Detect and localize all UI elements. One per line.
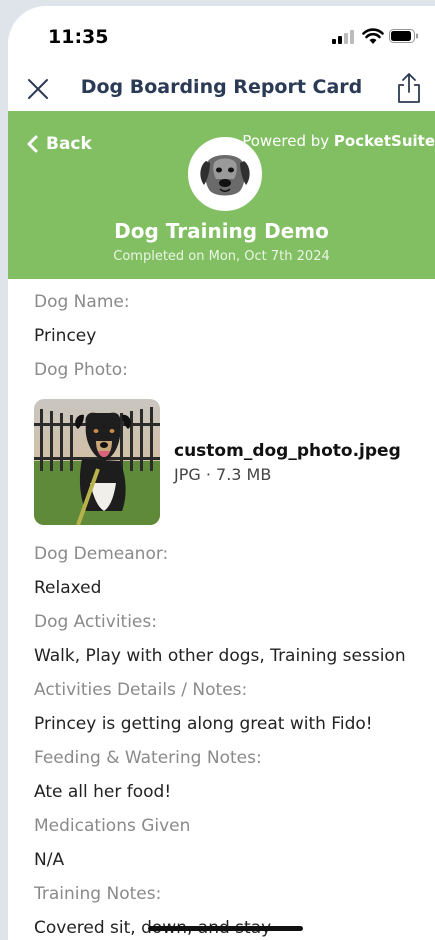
photo-file-info: custom_dog_photo.jpeg JPG · 7.3 MB bbox=[174, 441, 401, 484]
dog-photo[interactable] bbox=[34, 399, 160, 525]
medications-label: Medications Given bbox=[34, 816, 191, 836]
status-time: 11:35 bbox=[48, 26, 109, 48]
battery-icon bbox=[389, 29, 418, 43]
activity-notes-value: Princey is getting along great with Fido… bbox=[34, 714, 373, 734]
powered-prefix: Powered by bbox=[242, 132, 334, 150]
phone-screen: 11:35 Dog Boarding Report Card Back Powe… bbox=[8, 6, 435, 940]
business-avatar bbox=[188, 137, 262, 211]
page-title: Dog Boarding Report Card bbox=[80, 76, 363, 98]
dog-photo-image bbox=[34, 399, 160, 525]
back-label: Back bbox=[46, 134, 92, 154]
report-header: Back Powered by PocketSuite Dog Training… bbox=[8, 111, 435, 279]
powered-brand: PocketSuite bbox=[333, 132, 435, 150]
feeding-label: Feeding & Watering Notes: bbox=[34, 748, 262, 768]
report-content: Dog Name: Princey Dog Photo: custom_dog_… bbox=[34, 279, 434, 939]
demeanor-label: Dog Demeanor: bbox=[34, 544, 169, 564]
dog-name-value: Princey bbox=[34, 326, 97, 346]
demeanor-value: Relaxed bbox=[34, 578, 102, 598]
training-label: Training Notes: bbox=[34, 884, 162, 904]
photo-file-meta: JPG · 7.3 MB bbox=[174, 464, 272, 484]
photo-file-name: custom_dog_photo.jpeg bbox=[174, 440, 401, 461]
dog-photo-label: Dog Photo: bbox=[34, 360, 128, 380]
business-name: Dog Training Demo bbox=[114, 219, 329, 243]
activity-notes-label: Activities Details / Notes: bbox=[34, 680, 248, 700]
activities-label: Dog Activities: bbox=[34, 612, 157, 632]
completed-date: Completed on Mon, Oct 7th 2024 bbox=[113, 249, 330, 264]
dog-logo-icon bbox=[190, 139, 260, 209]
dog-name-label: Dog Name: bbox=[34, 292, 130, 312]
medications-value: N/A bbox=[34, 850, 65, 870]
feeding-value: Ate all her food! bbox=[34, 782, 172, 802]
activities-value: Walk, Play with other dogs, Training ses… bbox=[34, 646, 406, 666]
chevron-left-icon bbox=[27, 135, 38, 153]
status-bar: 11:35 bbox=[8, 6, 435, 62]
dog-photo-attachment[interactable]: custom_dog_photo.jpeg JPG · 7.3 MB bbox=[34, 399, 434, 525]
cellular-signal-icon bbox=[332, 30, 354, 44]
powered-by: Powered by PocketSuite bbox=[242, 132, 435, 150]
wifi-icon bbox=[362, 28, 384, 44]
back-button[interactable]: Back bbox=[26, 134, 92, 154]
home-indicator[interactable] bbox=[148, 926, 303, 931]
